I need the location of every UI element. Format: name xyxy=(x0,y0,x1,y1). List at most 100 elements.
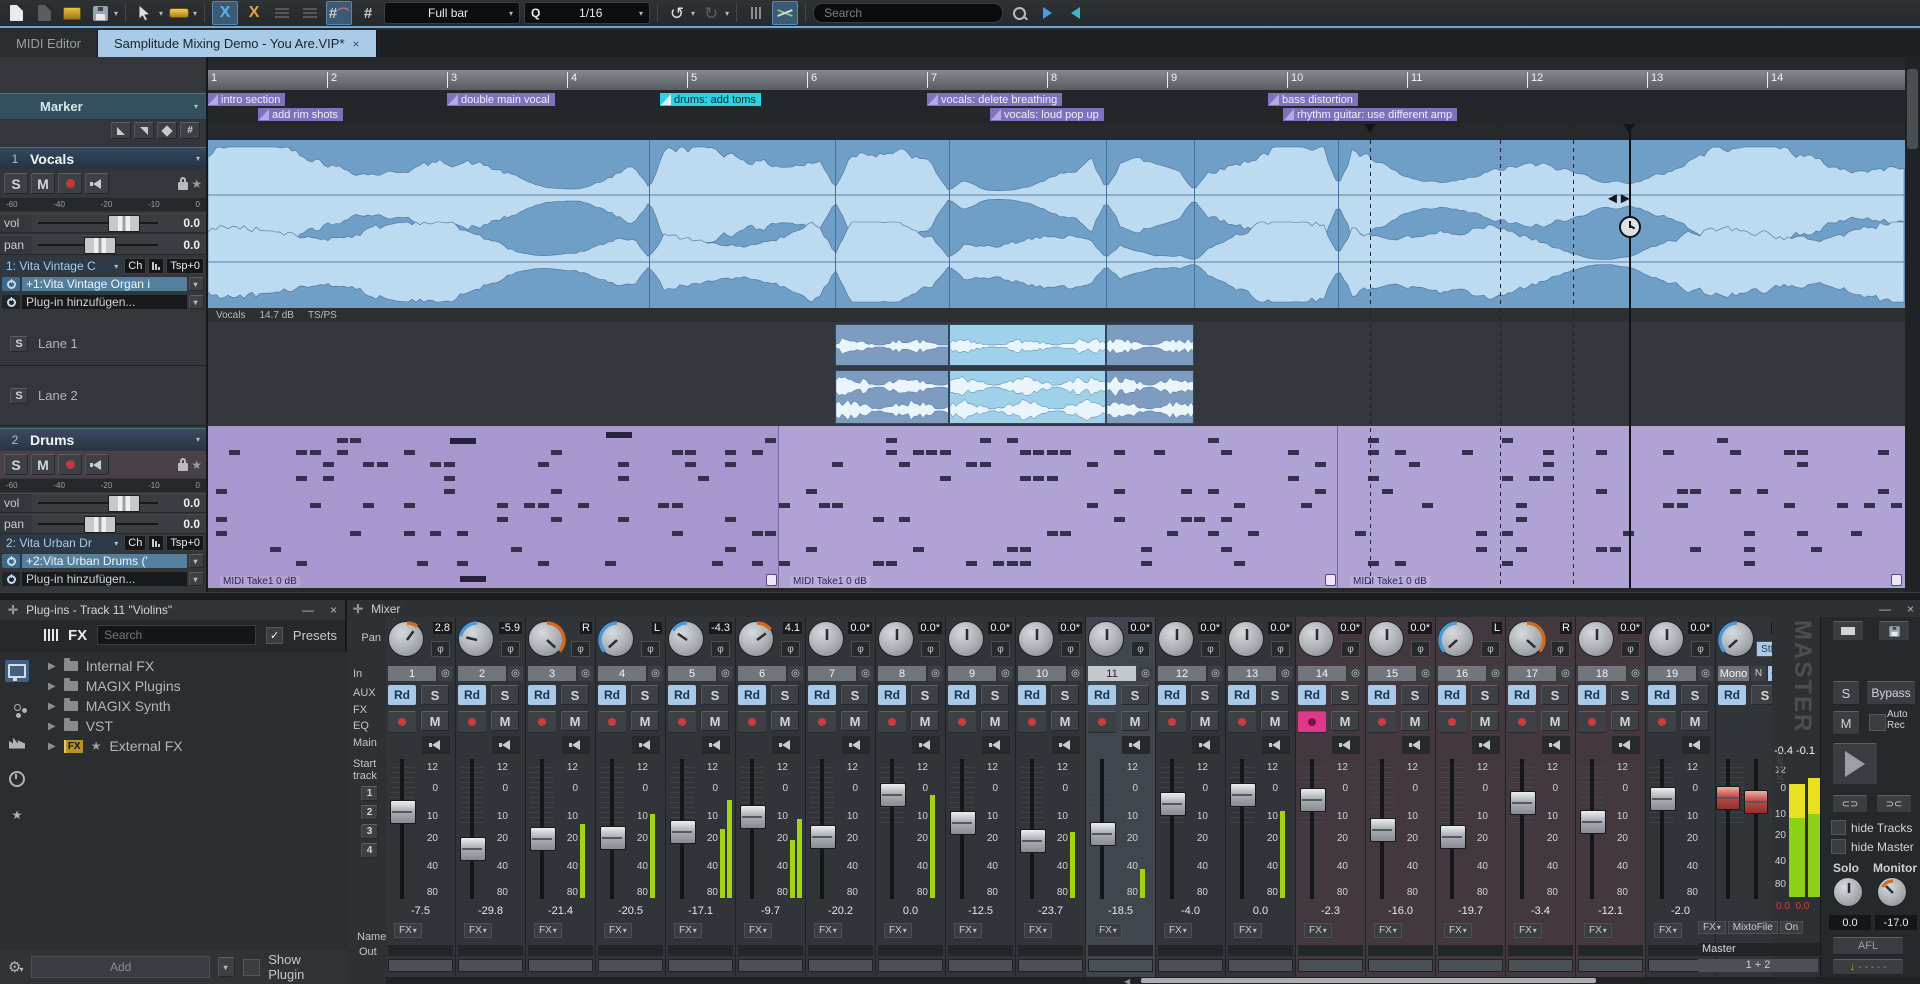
cursor-handle-icon[interactable] xyxy=(1623,124,1635,133)
phase-button[interactable]: φ xyxy=(1621,641,1640,657)
input-target-icon[interactable]: ◎ xyxy=(1138,666,1153,681)
undo-button[interactable]: ↺ xyxy=(665,2,689,24)
channel-name-cell[interactable] xyxy=(1298,945,1363,956)
monitor-value[interactable]: -17.0 xyxy=(1875,915,1917,930)
read-automation-button[interactable]: Rd xyxy=(1088,685,1116,705)
volume-fader[interactable] xyxy=(810,825,836,849)
channel-fx-button[interactable]: FX▾ xyxy=(744,923,772,938)
track2-channel-button[interactable]: Ch xyxy=(124,535,146,551)
pan-value[interactable]: L xyxy=(1492,622,1502,634)
fader-db-value[interactable]: -29.8 xyxy=(456,905,525,917)
track1-addplugin-dropdown-icon[interactable]: ▾ xyxy=(189,295,204,309)
draw-dropdown-icon[interactable]: ▾ xyxy=(193,9,197,18)
channel-fx-button[interactable]: FX▾ xyxy=(1374,923,1402,938)
expand-icon[interactable]: ▶ xyxy=(48,681,56,692)
master-fader-left[interactable] xyxy=(1716,786,1740,810)
monitor-speaker-icon[interactable] xyxy=(1612,736,1640,754)
channel-out-cell[interactable] xyxy=(668,959,733,972)
pan-knob[interactable] xyxy=(528,621,564,657)
monitor-speaker-icon[interactable] xyxy=(702,736,730,754)
fader-db-value[interactable]: -21.4 xyxy=(526,905,595,917)
channel-out-cell[interactable] xyxy=(1438,959,1503,972)
drag-handle-icon[interactable] xyxy=(1325,574,1336,586)
download-button[interactable]: ↓- - - - - xyxy=(1833,959,1903,975)
solo-button[interactable]: S xyxy=(841,685,869,705)
track1-plugin-dropdown-icon[interactable]: ▾ xyxy=(189,277,204,291)
volume-fader[interactable] xyxy=(670,820,696,844)
channel-out-cell[interactable] xyxy=(1508,959,1573,972)
mix-to-file-button[interactable]: MixtoFile xyxy=(1728,921,1778,934)
pan-value[interactable]: 2.8 xyxy=(433,622,452,634)
mute-button[interactable]: M xyxy=(911,711,939,731)
marker-grid-button[interactable]: # xyxy=(180,122,200,139)
pan-value[interactable]: 0.0* xyxy=(1058,622,1082,634)
solo-button[interactable]: S xyxy=(1121,685,1149,705)
phase-button[interactable]: φ xyxy=(1481,641,1500,657)
link-button[interactable]: ⊂⊃ xyxy=(1833,795,1867,813)
channel-name-cell[interactable] xyxy=(1088,945,1153,956)
pan-knob[interactable] xyxy=(598,621,634,657)
marker-vocals-delete-breathing[interactable]: vocals: delete breathing xyxy=(927,93,1062,106)
expand-icon[interactable]: ▶ xyxy=(48,741,56,752)
channel-number[interactable]: 3 xyxy=(528,666,576,681)
pan-knob[interactable] xyxy=(808,621,844,657)
hide-tracks-checkbox[interactable]: ✓ xyxy=(1831,820,1846,835)
lane1-clip3[interactable] xyxy=(1106,324,1194,366)
channel-out-cell[interactable] xyxy=(1228,959,1293,972)
volume-fader[interactable] xyxy=(1090,822,1116,846)
input-target-icon[interactable]: ◎ xyxy=(1628,666,1643,681)
mute-button[interactable]: M xyxy=(771,711,799,731)
track1-pan-slider[interactable] xyxy=(84,237,116,254)
channel-name-cell[interactable] xyxy=(1438,945,1503,956)
fader-db-value[interactable]: -19.7 xyxy=(1436,905,1505,917)
read-automation-button[interactable]: Rd xyxy=(878,685,906,705)
pan-knob[interactable] xyxy=(738,621,774,657)
track2-record-button[interactable] xyxy=(58,454,82,475)
mute-button[interactable]: M xyxy=(701,711,729,731)
tab-midi-editor[interactable]: MIDI Editor xyxy=(0,30,98,57)
phase-button[interactable]: φ xyxy=(1131,641,1150,657)
channel-number[interactable]: 12 xyxy=(1158,666,1206,681)
mute-button[interactable]: M xyxy=(1261,711,1289,731)
mix-to-file-on-button[interactable]: On xyxy=(1780,921,1803,934)
align-tracks-button[interactable] xyxy=(298,2,322,24)
channel-number[interactable]: 11 xyxy=(1088,666,1136,681)
marker-range-button[interactable] xyxy=(134,122,154,139)
record-button[interactable] xyxy=(878,711,906,733)
solo-value[interactable]: 0.0 xyxy=(1829,915,1871,930)
arranger-vscrollbar[interactable] xyxy=(1905,57,1920,592)
lane1-clip1[interactable] xyxy=(835,324,949,366)
mixer-hscrollbar[interactable]: ◀ xyxy=(386,977,1920,984)
channel-number[interactable]: 17 xyxy=(1508,666,1556,681)
pan-knob[interactable] xyxy=(1578,621,1614,657)
volume-fader[interactable] xyxy=(1440,825,1466,849)
solo-button[interactable]: S xyxy=(421,685,449,705)
channel-number[interactable]: 18 xyxy=(1578,666,1626,681)
lane1-header[interactable]: S Lane 1 xyxy=(0,322,206,366)
track1-mute-button[interactable]: M xyxy=(31,173,55,194)
channel-name-cell[interactable] xyxy=(948,945,1013,956)
pan-value[interactable]: 0.0* xyxy=(1618,622,1642,634)
track1-addplugin-power-icon[interactable] xyxy=(2,295,20,309)
solo-button[interactable]: S xyxy=(1471,685,1499,705)
pan-value[interactable]: L xyxy=(652,622,662,634)
channel-out-cell[interactable] xyxy=(1368,959,1433,972)
mute-button[interactable]: M xyxy=(1191,711,1219,731)
marker-intro-section[interactable]: intro section xyxy=(208,93,285,106)
pan-value[interactable]: 0.0* xyxy=(918,622,942,634)
mute-button[interactable]: M xyxy=(1331,711,1359,731)
track1-monitor-button[interactable] xyxy=(85,173,109,194)
volume-fader[interactable] xyxy=(1580,810,1606,834)
input-target-icon[interactable]: ◎ xyxy=(1068,666,1083,681)
record-button[interactable] xyxy=(1158,711,1186,733)
pan-knob[interactable] xyxy=(1018,621,1054,657)
plugins-search-input[interactable]: Search xyxy=(97,625,256,645)
volume-fader[interactable] xyxy=(460,837,486,861)
pan-value[interactable]: R xyxy=(1560,622,1572,634)
channel-out-cell[interactable] xyxy=(738,959,803,972)
mixer-setup-button[interactable] xyxy=(1833,621,1863,641)
channel-out-cell[interactable] xyxy=(1298,959,1363,972)
timeline-ruler[interactable]: 1234567891011121314 xyxy=(208,70,1905,90)
pan-knob[interactable] xyxy=(1368,621,1404,657)
open-file-button[interactable] xyxy=(32,2,56,24)
